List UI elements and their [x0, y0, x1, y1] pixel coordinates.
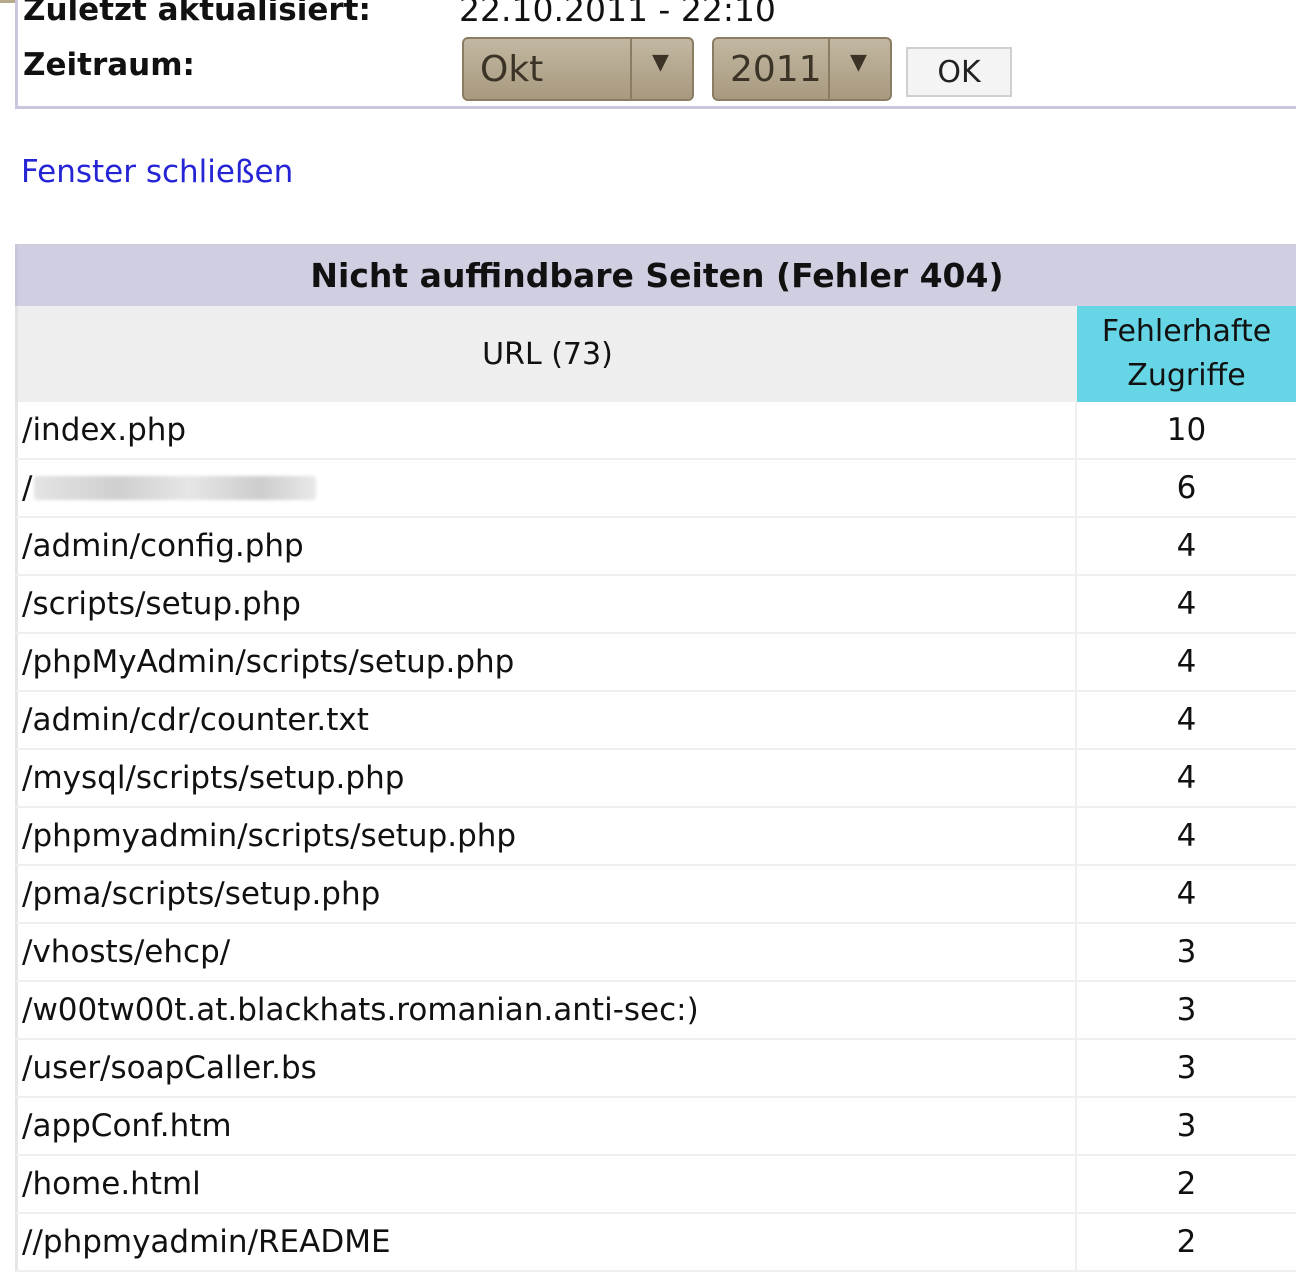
- close-window-link[interactable]: Fenster schließen: [21, 154, 293, 190]
- url-text: /appConf.htm: [22, 1108, 232, 1144]
- table-row: /admin/cdr/counter.txt 4: [15, 692, 1296, 750]
- last-updated-value: 22.10.2011 - 22:10: [459, 0, 776, 29]
- error-count-cell: 4: [1176, 586, 1197, 622]
- error-count-cell: 3: [1176, 1108, 1197, 1144]
- error-count-cell: 2: [1176, 1166, 1197, 1202]
- ok-button[interactable]: OK: [906, 47, 1012, 97]
- not-found-pages-table: Nicht auffindbare Seiten (Fehler 404) UR…: [15, 244, 1296, 1272]
- url-text: /index.php: [22, 412, 187, 448]
- url-cell: /w00tw00t.at.blackhats.romanian.anti-sec…: [15, 982, 1077, 1038]
- table-row: /home.html 2: [15, 1156, 1296, 1214]
- url-text: /phpMyAdmin/scripts/setup.php: [22, 644, 515, 680]
- url-text: /admin/cdr/counter.txt: [22, 702, 369, 738]
- table-row: /w00tw00t.at.blackhats.romanian.anti-sec…: [15, 982, 1296, 1040]
- column-header-error-count-text: Fehlerhafte Zugriffe: [1101, 314, 1272, 393]
- url-text: /scripts/setup.php: [22, 586, 301, 622]
- table-row: /vhosts/ehcp/3: [15, 924, 1296, 982]
- error-count-cell: 6: [1176, 470, 1197, 506]
- url-text: /pma/scripts/setup.php: [22, 876, 381, 912]
- url-text: /phpmyadmin/scripts/setup.php: [22, 818, 517, 854]
- table-body: /index.php 10/6/admin/config.php 4/scripts…: [15, 402, 1296, 1272]
- url-cell: /vhosts/ehcp/: [15, 924, 1077, 980]
- url-cell: /index.php: [15, 402, 1077, 458]
- url-cell: /pma/scripts/setup.php: [15, 866, 1077, 922]
- url-cell: //phpmyadmin/README: [15, 1214, 1077, 1270]
- table-row: //phpmyadmin/README 2: [15, 1214, 1296, 1272]
- column-header-url[interactable]: URL (73): [15, 306, 1077, 402]
- url-text: /w00tw00t.at.blackhats.romanian.anti-sec…: [22, 992, 699, 1028]
- table-row: /scripts/setup.php 4: [15, 576, 1296, 634]
- month-select[interactable]: Okt ▼: [462, 37, 694, 101]
- table-row: /6: [15, 460, 1296, 518]
- error-count-cell: 4: [1176, 760, 1197, 796]
- url-cell: /phpmyadmin/scripts/setup.php: [15, 808, 1077, 864]
- table-row: /phpMyAdmin/scripts/setup.php 4: [15, 634, 1296, 692]
- url-text: /: [22, 470, 33, 506]
- chevron-down-icon: ▼: [652, 50, 669, 75]
- url-cell: /scripts/setup.php: [15, 576, 1077, 632]
- chevron-down-icon: ▼: [850, 50, 867, 75]
- year-select-value: 2011: [730, 49, 822, 90]
- url-text: /mysql/scripts/setup.php: [22, 760, 405, 796]
- url-text: /user/soapCaller.bs: [22, 1050, 317, 1086]
- table-header: URL (73) Fehlerhafte Zugriffe: [15, 306, 1296, 402]
- error-count-cell: 4: [1176, 818, 1197, 854]
- url-text: /home.html: [22, 1166, 201, 1202]
- url-cell: /user/soapCaller.bs: [15, 1040, 1077, 1096]
- redacted-url-blur: [34, 476, 317, 500]
- error-count-cell: 2: [1176, 1224, 1197, 1260]
- url-cell: /phpMyAdmin/scripts/setup.php: [15, 634, 1077, 690]
- error-count-cell: 4: [1176, 702, 1197, 738]
- url-cell: /mysql/scripts/setup.php: [15, 750, 1077, 806]
- error-count-cell: 4: [1176, 876, 1197, 912]
- url-cell: /admin/config.php: [15, 518, 1077, 574]
- error-count-cell: 10: [1166, 412, 1207, 448]
- error-count-cell: 4: [1176, 644, 1197, 680]
- url-cell: /home.html: [15, 1156, 1077, 1212]
- table-row: /admin/config.php 4: [15, 518, 1296, 576]
- last-updated-label: Zuletzt aktualisiert:: [23, 0, 371, 28]
- table-title: Nicht auffindbare Seiten (Fehler 404): [15, 244, 1296, 306]
- info-panel: Zuletzt aktualisiert: 22.10.2011 - 22:10…: [15, 0, 1296, 109]
- error-count-cell: 3: [1176, 1050, 1197, 1086]
- year-select-separator: [828, 39, 830, 99]
- url-cell: /admin/cdr/counter.txt: [15, 692, 1077, 748]
- table-row: /index.php 10: [15, 402, 1296, 460]
- period-label: Zeitraum:: [23, 47, 195, 83]
- url-text: /vhosts/ehcp/: [22, 934, 231, 970]
- error-count-cell: 3: [1176, 992, 1197, 1028]
- url-text: //phpmyadmin/README: [22, 1224, 391, 1260]
- column-header-error-count[interactable]: Fehlerhafte Zugriffe: [1077, 306, 1296, 402]
- month-select-value: Okt: [480, 49, 544, 90]
- table-row: /user/soapCaller.bs 3: [15, 1040, 1296, 1098]
- year-select[interactable]: 2011 ▼: [712, 37, 892, 101]
- table-row: /mysql/scripts/setup.php 4: [15, 750, 1296, 808]
- month-select-separator: [630, 39, 632, 99]
- error-count-cell: 3: [1176, 934, 1197, 970]
- table-row: /pma/scripts/setup.php 4: [15, 866, 1296, 924]
- table-row: /phpmyadmin/scripts/setup.php 4: [15, 808, 1296, 866]
- table-row: /appConf.htm 3: [15, 1098, 1296, 1156]
- error-count-cell: 4: [1176, 528, 1197, 564]
- url-text: /admin/config.php: [22, 528, 304, 564]
- url-cell: /: [15, 460, 1077, 516]
- url-cell: /appConf.htm: [15, 1098, 1077, 1154]
